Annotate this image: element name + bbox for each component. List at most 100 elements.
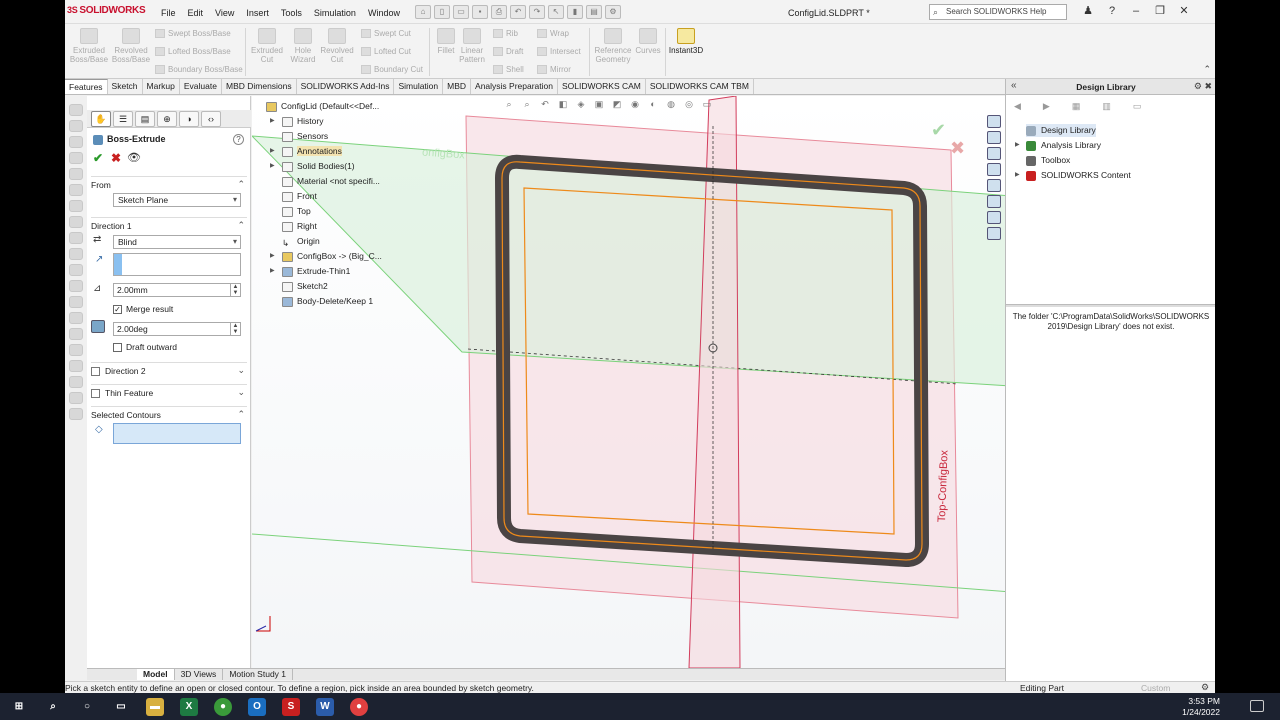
add-to-library-icon[interactable]: ▦ xyxy=(1072,97,1081,115)
tree-item-sketch2[interactable]: Sketch2 xyxy=(282,280,328,293)
outlook-icon[interactable]: O xyxy=(248,697,266,716)
revolved-cut-button[interactable]: Revolved Cut xyxy=(317,28,357,64)
previous-view-icon[interactable]: ↶ xyxy=(538,98,552,111)
solidworks-logo[interactable]: 3S SOLIDWORKS xyxy=(67,5,146,16)
feature-icon[interactable] xyxy=(69,360,83,372)
forum-icon[interactable] xyxy=(987,211,1001,224)
design-library-tab-icon[interactable] xyxy=(987,131,1001,144)
feature-icon[interactable] xyxy=(69,136,83,148)
extruded-cut-button[interactable]: Extruded Cut xyxy=(247,28,287,64)
linear-pattern-button[interactable]: Linear Pattern xyxy=(457,28,487,64)
tree-item-history[interactable]: ▶ History xyxy=(270,115,323,128)
tab-analysis-preparation[interactable]: Analysis Preparation xyxy=(471,79,558,94)
file-explorer-icon[interactable]: ▬ xyxy=(146,697,164,716)
select-icon[interactable]: ↖ xyxy=(548,5,564,19)
restore-button[interactable]: ❐ xyxy=(1149,4,1171,19)
user-icon[interactable]: ♟ xyxy=(1077,4,1099,19)
chrome-icon[interactable]: ● xyxy=(214,697,232,716)
display-manager-tab-icon[interactable]: ◑ xyxy=(179,111,199,127)
feature-icon[interactable] xyxy=(69,232,83,244)
system-clock[interactable]: 3:53 PM 1/24/2022 xyxy=(1182,696,1220,718)
boundary-boss-button[interactable]: Boundary Boss/Base xyxy=(155,65,243,75)
spinner-arrows-icon[interactable]: ▲ ▼ xyxy=(230,323,240,335)
tree-item-sensors[interactable]: Sensors xyxy=(282,130,328,143)
draft-angle-input[interactable]: 2.00deg ▲ ▼ xyxy=(113,322,241,336)
feature-icon[interactable] xyxy=(69,376,83,388)
tab-markup[interactable]: Markup xyxy=(143,79,180,94)
feature-icon[interactable] xyxy=(69,392,83,404)
preview-eye-icon[interactable]: 👁 xyxy=(127,151,141,164)
zoom-to-area-icon[interactable]: ⌕ xyxy=(520,98,534,111)
tree-root-item[interactable]: ConfigLid (Default<<Def... xyxy=(266,100,379,113)
view-palette-icon[interactable] xyxy=(987,163,1001,176)
wrap-button[interactable]: Wrap xyxy=(537,29,569,39)
feature-icon[interactable] xyxy=(69,264,83,276)
app-icon[interactable]: ● xyxy=(350,697,368,716)
end-condition-dropdown[interactable]: Blind ▾ xyxy=(113,235,241,249)
feature-icon[interactable] xyxy=(69,296,83,308)
pm-help-icon[interactable]: ? xyxy=(233,134,244,145)
expand-arrow-icon[interactable]: ▶ xyxy=(270,115,275,128)
swept-cut-button[interactable]: Swept Cut xyxy=(361,29,411,39)
hide-show-items-icon[interactable]: ◉ xyxy=(628,98,642,111)
feature-icon[interactable] xyxy=(69,216,83,228)
tree-item-right-plane[interactable]: Right xyxy=(282,220,317,233)
selected-contours-box[interactable] xyxy=(113,423,241,444)
expand-arrow-icon[interactable]: ▶ xyxy=(270,160,275,173)
notification-icon[interactable] xyxy=(1250,700,1264,712)
back-arrow-icon[interactable]: ◀ xyxy=(1014,97,1021,115)
pane-splitter[interactable] xyxy=(1006,304,1215,307)
view-settings-icon[interactable]: ◎ xyxy=(682,98,696,111)
tree-item-origin[interactable]: ↳ Origin xyxy=(282,235,320,248)
collapse-ribbon-icon[interactable]: ⌃ xyxy=(1203,64,1211,75)
depth-input[interactable]: 2.00mm ▲ ▼ xyxy=(113,283,241,297)
curves-button[interactable]: Curves xyxy=(633,28,663,55)
home-icon[interactable]: ⌂ xyxy=(415,5,431,19)
view-orientation-icon[interactable]: ▣ xyxy=(592,98,606,111)
task-view-icon[interactable]: ▭ xyxy=(112,698,130,716)
search-icon[interactable]: ⌕ xyxy=(44,698,62,716)
status-units[interactable]: Custom xyxy=(1141,683,1170,693)
undo-icon[interactable]: ↶ xyxy=(510,5,526,19)
selected-contours-section-header[interactable]: Selected Contours ⌃ xyxy=(91,406,247,420)
tab-mbd[interactable]: MBD xyxy=(443,79,472,94)
word-icon[interactable]: W xyxy=(316,697,334,716)
feature-icon[interactable] xyxy=(69,184,83,196)
reference-geometry-button[interactable]: Reference Geometry xyxy=(591,28,635,64)
from-dropdown[interactable]: Sketch Plane ▾ xyxy=(113,193,241,207)
display-monitor-icon[interactable]: ▭ xyxy=(700,98,714,111)
save-icon[interactable]: ▪ xyxy=(472,5,488,19)
rib-button[interactable]: Rib xyxy=(493,29,518,39)
file-explorer-icon[interactable] xyxy=(987,147,1001,160)
menu-tools[interactable]: Tools xyxy=(281,8,302,18)
feature-icon[interactable] xyxy=(69,280,83,292)
menu-simulation[interactable]: Simulation xyxy=(314,8,356,18)
direction2-section-header[interactable]: Direction 2 ⌄ xyxy=(91,362,247,377)
tree-item-body-delete[interactable]: Body-Delete/Keep 1 xyxy=(282,295,373,308)
lofted-cut-button[interactable]: Lofted Cut xyxy=(361,47,411,57)
feature-icon[interactable] xyxy=(69,248,83,260)
lofted-boss-button[interactable]: Lofted Boss/Base xyxy=(155,47,231,57)
intersect-button[interactable]: Intersect xyxy=(537,47,581,57)
close-button[interactable]: ✕ xyxy=(1173,4,1195,19)
tab-features[interactable]: Features xyxy=(65,79,108,94)
windows-start-icon[interactable]: ⊞ xyxy=(10,698,28,716)
menu-view[interactable]: View xyxy=(215,8,234,18)
boundary-cut-button[interactable]: Boundary Cut xyxy=(361,65,423,75)
direction-selection-box[interactable] xyxy=(113,253,241,276)
display-style-icon[interactable]: ◩ xyxy=(610,98,624,111)
confirmation-ok-icon[interactable]: ✔ xyxy=(931,120,946,141)
library-item-design-library[interactable]: Design Library xyxy=(1026,124,1096,137)
create-new-folder-icon[interactable]: ▭ xyxy=(1133,97,1142,115)
feature-icon[interactable] xyxy=(69,344,83,356)
library-item-solidworks-content[interactable]: ▶ SOLIDWORKS Content xyxy=(1015,169,1131,182)
tree-item-front-plane[interactable]: Front xyxy=(282,190,317,203)
feature-icon[interactable] xyxy=(69,120,83,132)
minimize-button[interactable]: – xyxy=(1125,4,1147,19)
draft-outward-checkbox[interactable]: Draft outward xyxy=(113,342,177,353)
tab-solidworks-cam-tbm[interactable]: SOLIDWORKS CAM TBM xyxy=(646,79,754,94)
feature-icon[interactable] xyxy=(69,152,83,164)
feature-icon[interactable] xyxy=(69,312,83,324)
thin-feature-section-header[interactable]: Thin Feature ⌄ xyxy=(91,384,247,399)
revolved-boss-button[interactable]: Revolved Boss/Base xyxy=(111,28,151,64)
